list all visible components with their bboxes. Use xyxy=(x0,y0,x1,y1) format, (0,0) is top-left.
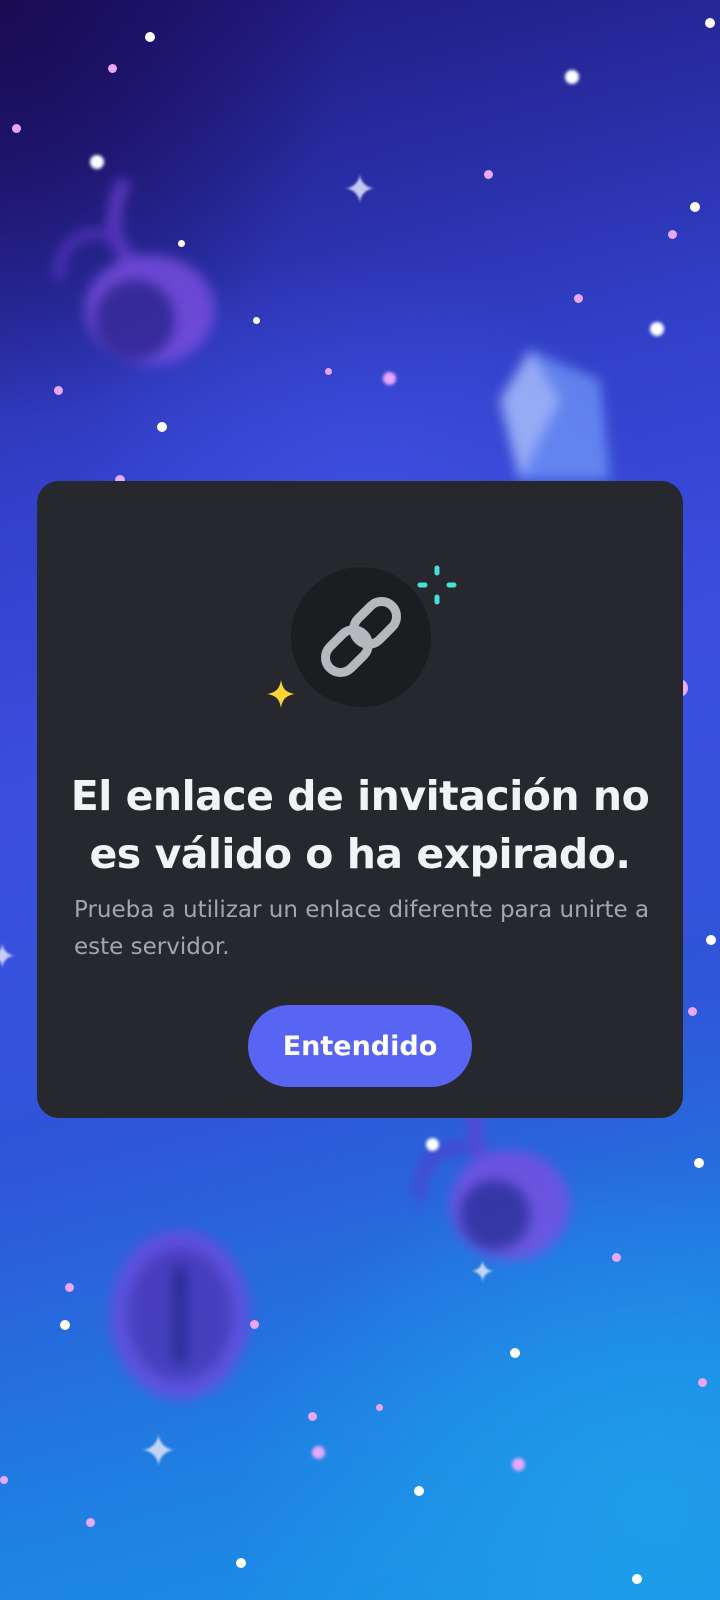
star xyxy=(632,1574,642,1584)
sparkle-icon: ✦ xyxy=(343,167,377,213)
link-icon xyxy=(320,596,402,678)
star xyxy=(414,1486,424,1496)
sparkle-yellow-icon xyxy=(267,680,295,708)
sparkle-icon: ✦ xyxy=(0,937,17,977)
blurred-turnip-decoration xyxy=(54,176,215,365)
star xyxy=(705,18,715,28)
sparkle-icon: ✦ xyxy=(140,1426,177,1477)
star xyxy=(426,1138,439,1151)
star xyxy=(574,294,583,303)
star xyxy=(250,1320,259,1329)
star xyxy=(178,240,185,247)
star xyxy=(54,386,63,395)
blurred-coin-decoration xyxy=(110,1230,250,1400)
dialog-title: El enlace de invitación no es válido o h… xyxy=(70,772,650,878)
star xyxy=(512,1458,525,1471)
star xyxy=(253,317,260,324)
star xyxy=(236,1558,246,1568)
dialog-message: Prueba a utilizar un enlace diferente pa… xyxy=(74,897,650,960)
star xyxy=(90,155,104,169)
star xyxy=(308,1412,317,1421)
star xyxy=(698,1378,707,1387)
star xyxy=(694,1158,704,1168)
invite-error-dialog: El enlace de invitación no es válido o h… xyxy=(37,481,683,1118)
star xyxy=(383,372,396,385)
star xyxy=(60,1320,70,1330)
star xyxy=(65,1283,74,1292)
star xyxy=(612,1253,621,1262)
star xyxy=(325,368,332,375)
sparkle-icon: ✦ xyxy=(470,1255,496,1290)
star xyxy=(12,124,21,133)
star xyxy=(157,422,167,432)
star xyxy=(376,1404,383,1411)
star xyxy=(690,202,700,212)
star xyxy=(510,1348,520,1358)
sparkle-cyan-icon xyxy=(417,565,457,605)
star xyxy=(565,70,579,84)
star xyxy=(650,322,664,336)
star xyxy=(312,1446,325,1459)
confirm-button[interactable]: Entendido xyxy=(248,1005,472,1087)
star xyxy=(484,170,493,179)
blurred-crystal-decoration xyxy=(500,350,610,480)
star xyxy=(668,230,677,239)
star xyxy=(706,935,716,945)
link-icon-badge xyxy=(291,567,431,707)
star xyxy=(688,1007,697,1016)
star xyxy=(108,64,117,73)
star xyxy=(145,32,155,42)
star xyxy=(0,1476,8,1484)
blurred-turnip-decoration-lower xyxy=(414,1098,570,1260)
star xyxy=(86,1518,95,1527)
